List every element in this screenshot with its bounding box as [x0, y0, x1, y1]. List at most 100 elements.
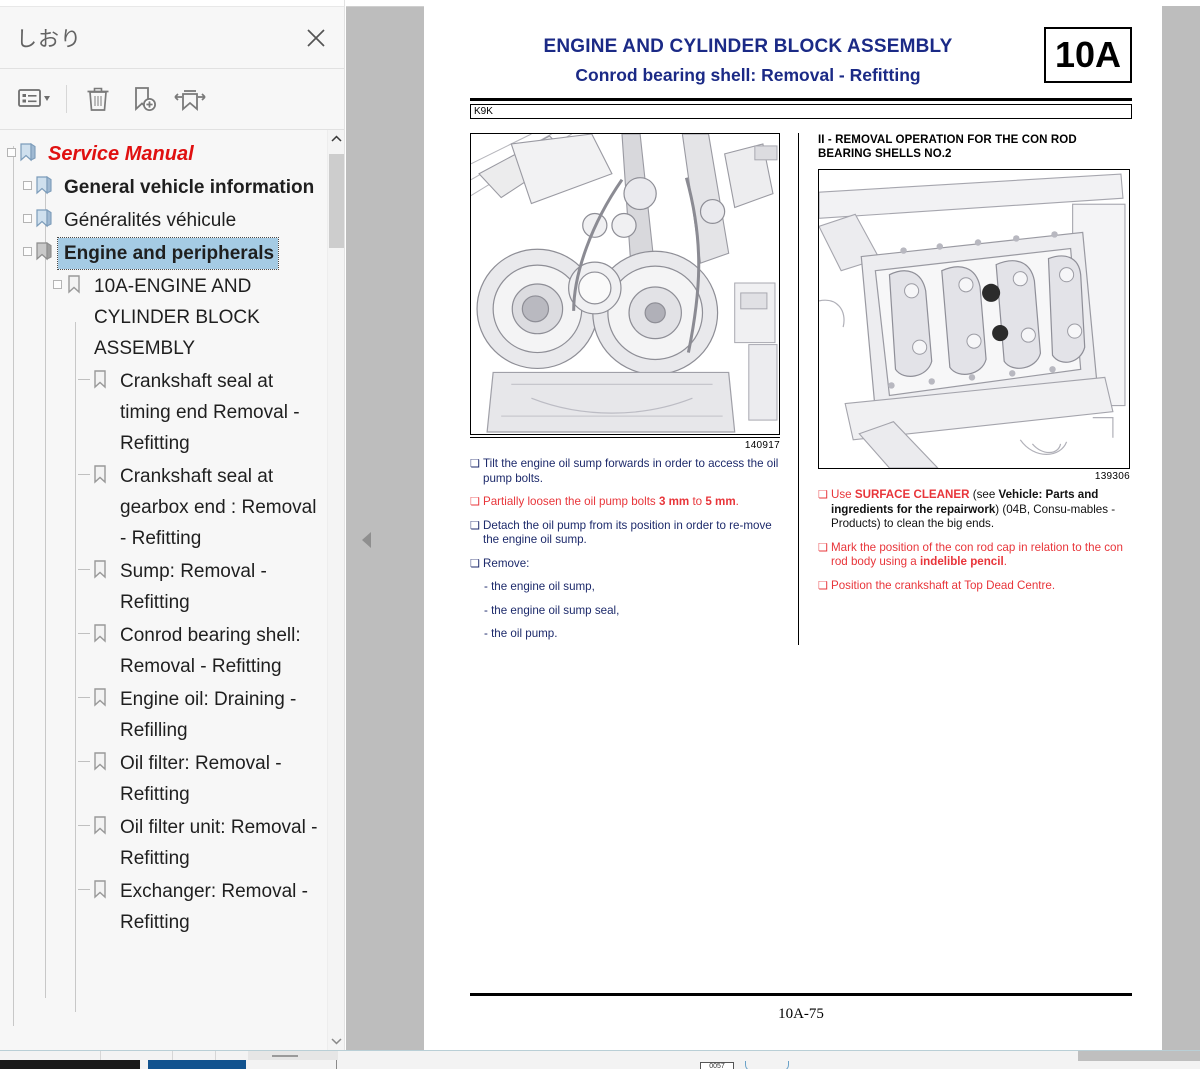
- bookmark-icon: [90, 463, 114, 485]
- tree-connector: [78, 825, 90, 826]
- document-left-gutter: [346, 6, 424, 1050]
- bookmark-tree-item[interactable]: Engine and peripherals: [0, 237, 328, 270]
- taskbar-rounded-tab[interactable]: [745, 1061, 789, 1069]
- left-column-bullets: ❏ Tilt the engine oil sump forwards in or…: [470, 457, 780, 571]
- taskbar-cell[interactable]: 0057: [700, 1062, 734, 1069]
- tree-connector: [78, 889, 90, 890]
- page-header: ENGINE AND CYLINDER BLOCK ASSEMBLY Conro…: [470, 25, 1132, 87]
- taskbar-window-blue[interactable]: [148, 1060, 246, 1069]
- instruction-bullet: ❏ Partially loosen the oil pump bolts 3 m…: [470, 495, 780, 510]
- toolbar-separator: [66, 85, 67, 113]
- expander-icon[interactable]: [6, 146, 18, 158]
- windows-taskbar[interactable]: 0057: [0, 1050, 1200, 1069]
- expander-icon[interactable]: [52, 278, 64, 290]
- taskbar-tray-grey: [1078, 1051, 1200, 1061]
- instruction-sub-item: - the engine oil sump,: [484, 580, 595, 593]
- page-number: 10A-75: [778, 1006, 824, 1022]
- expander-icon[interactable]: [22, 212, 34, 224]
- instruction-sub-item: - the oil pump.: [484, 627, 558, 640]
- page-title-line2: Conrod bearing shell: Removal - Refittin…: [575, 65, 921, 85]
- bookmark-tree-item[interactable]: Oil filter unit: Removal - Refitting: [0, 811, 328, 875]
- bookmarks-panel: しおり Service Manual General vehicle infor…: [0, 0, 345, 1050]
- engine-front-view-figure: [470, 133, 780, 435]
- bookmark-tree-item[interactable]: 10A-ENGINE AND CYLINDER BLOCK ASSEMBLY: [0, 270, 328, 365]
- bookmarks-scrollbar[interactable]: [327, 130, 344, 1050]
- close-icon[interactable]: [302, 24, 330, 52]
- bullet-marker-icon: ❏: [818, 579, 828, 592]
- bullet-text-run: SURFACE CLEANER: [854, 488, 970, 501]
- left-column: 140917 ❏ Tilt the engine oil sump forward…: [470, 133, 780, 651]
- page-footer: 10A-75: [470, 993, 1132, 1023]
- new-bookmark-icon[interactable]: [123, 79, 165, 119]
- page-title-line1: ENGINE AND CYLINDER BLOCK ASSEMBLY: [543, 36, 953, 57]
- bookmark-tree-item[interactable]: Engine oil: Draining - Refilling: [0, 683, 328, 747]
- bookmark-item-label: Oil filter: Removal - Refitting: [120, 753, 282, 805]
- bullet-text: Partially loosen the oil pump bolts 3 mm…: [483, 495, 780, 510]
- bookmarks-tree-container: Service Manual General vehicle informatio…: [0, 130, 344, 1050]
- panel-top-edge: [0, 0, 344, 7]
- bookmark-icon: [64, 273, 88, 295]
- trash-icon[interactable]: [77, 79, 119, 119]
- bullet-marker-icon: ❏: [470, 519, 480, 532]
- instruction-bullet: ❏ Detach the oil pump from its position i…: [470, 519, 780, 548]
- bookmark-item-label: Crankshaft seal at timing end Removal - …: [120, 371, 300, 454]
- expander-icon[interactable]: [22, 245, 34, 257]
- bullet-text-run: Detach the oil pump from its position in…: [483, 518, 772, 547]
- instruction-bullet: ❏ Remove:: [470, 557, 780, 572]
- bookmark-item-label: Engine and peripherals: [56, 237, 280, 270]
- taskbar-divider-3: [215, 1051, 216, 1060]
- bookmark-tree-item[interactable]: Sump: Removal - Refitting: [0, 555, 328, 619]
- bookmark-tree-item[interactable]: Crankshaft seal at gearbox end : Removal…: [0, 460, 328, 555]
- pdf-viewer-window: しおり Service Manual General vehicle infor…: [0, 0, 1200, 1069]
- bullet-marker-icon: ❏: [818, 489, 828, 501]
- collapse-panel-arrow-icon[interactable]: [360, 530, 376, 550]
- taskbar-window-dark[interactable]: [0, 1060, 140, 1069]
- bullet-marker-icon: ❏: [818, 541, 828, 554]
- bullet-text-run: .: [735, 495, 739, 508]
- bookmark-tree-item[interactable]: Service Manual: [0, 138, 328, 171]
- footer-rule: [470, 993, 1132, 996]
- bookmark-item-label: Sump: Removal - Refitting: [120, 561, 267, 613]
- scroll-up-icon[interactable]: [328, 130, 344, 148]
- bullet-text-run: Tilt the engine oil sump forwards in ord…: [483, 457, 779, 485]
- scrollbar-thumb[interactable]: [329, 154, 344, 248]
- bullet-text: Detach the oil pump from its position in…: [483, 519, 780, 548]
- list-options-dropdown-icon[interactable]: [14, 79, 56, 119]
- bullet-text: Tilt the engine oil sump forwards in ord…: [483, 457, 780, 486]
- instruction-bullet: ❏ Mark the position of the con rod cap in…: [818, 541, 1130, 570]
- bullet-text-run: to: [689, 495, 706, 508]
- bookmark-icon: [90, 750, 114, 772]
- bullet-text: Position the crankshaft at Top Dead Cent…: [831, 579, 1130, 594]
- instruction-bullet: ❏ Tilt the engine oil sump forwards in or…: [470, 457, 780, 486]
- right-section-heading: II - REMOVAL OPERATION FOR THE CON ROD B…: [818, 134, 1077, 160]
- bookmark-tree-item[interactable]: Conrod bearing shell: Removal - Refittin…: [0, 619, 328, 683]
- bookmark-icon: [90, 622, 114, 644]
- bullet-marker-icon: ❏: [470, 458, 480, 470]
- scroll-down-icon[interactable]: [328, 1032, 344, 1050]
- tree-connector: [78, 379, 90, 380]
- bullet-marker-icon: ❏: [470, 496, 480, 508]
- bookmark-tree-item[interactable]: Exchanger: Removal - Refitting: [0, 875, 328, 939]
- taskbar-minimize-dash[interactable]: [272, 1055, 298, 1057]
- right-column-bullets: ❏ Use SURFACE CLEANER (see Vehicle: Parts…: [818, 488, 1130, 593]
- bookmark-tree-item[interactable]: Généralités véhicule: [0, 204, 328, 237]
- bullet-text-run: indelible pencil: [919, 555, 1004, 568]
- instruction-bullet: ❏ Position the crankshaft at Top Dead Cen…: [818, 579, 1130, 594]
- bookmark-tree-item[interactable]: General vehicle information: [0, 171, 328, 204]
- page-header-titles: ENGINE AND CYLINDER BLOCK ASSEMBLY Conro…: [470, 25, 1026, 87]
- bullet-text-run: 5 mm: [705, 495, 736, 508]
- bookmarks-tree: Service Manual General vehicle informatio…: [0, 130, 328, 939]
- expand-collapse-bookmarks-icon[interactable]: [169, 79, 211, 119]
- bookmark-tree-item[interactable]: Crankshaft seal at timing end Removal - …: [0, 365, 328, 460]
- bookmarks-toolbar: [0, 69, 344, 130]
- expander-icon[interactable]: [22, 179, 34, 191]
- bookmark-icon: [90, 368, 114, 390]
- bookmark-item-label: 10A-ENGINE AND CYLINDER BLOCK ASSEMBLY: [94, 276, 260, 359]
- bullet-text-run: (see: [969, 488, 999, 501]
- bookmark-icon: [18, 141, 42, 163]
- pdf-page-area[interactable]: ENGINE AND CYLINDER BLOCK ASSEMBLY Conro…: [424, 0, 1162, 1056]
- crankshaft-bearing-figure: [818, 169, 1130, 469]
- bookmark-tree-item[interactable]: Oil filter: Removal - Refitting: [0, 747, 328, 811]
- bookmark-icon: [90, 686, 114, 708]
- right-column: II - REMOVAL OPERATION FOR THE CON ROD B…: [818, 133, 1130, 651]
